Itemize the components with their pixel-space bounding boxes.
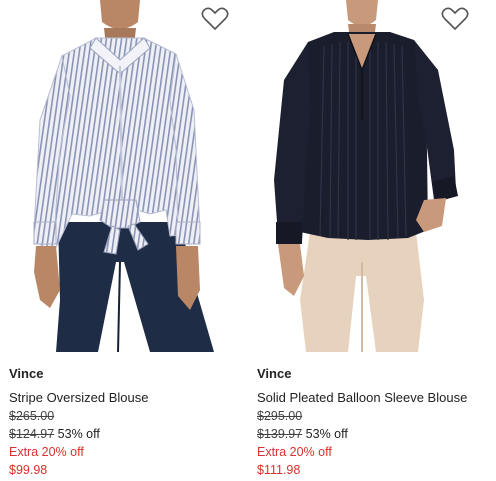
product-name[interactable]: Solid Pleated Balloon Sleeve Blouse xyxy=(257,389,487,407)
sale-price: $139.97 xyxy=(257,427,303,441)
extra-offer: Extra 20% off xyxy=(9,445,84,459)
product-image[interactable] xyxy=(248,0,488,354)
sale-price: $124.97 xyxy=(9,427,55,441)
original-price-row: $295.00 xyxy=(257,407,487,425)
product-card[interactable]: Vince Stripe Oversized Blouse $265.00 $1… xyxy=(0,0,240,481)
original-price-row: $265.00 xyxy=(9,407,239,425)
original-price: $295.00 xyxy=(257,409,303,423)
product-info: Vince Solid Pleated Balloon Sleeve Blous… xyxy=(257,365,487,479)
striped-blouse-model-photo xyxy=(33,0,214,353)
discount-percent: 53% off xyxy=(305,427,348,441)
brand-name[interactable]: Vince xyxy=(9,365,239,382)
original-price: $265.00 xyxy=(9,409,55,423)
pleated-blouse-model-photo xyxy=(274,0,458,352)
sale-price-row: $139.97 53% off xyxy=(257,425,487,443)
product-name[interactable]: Stripe Oversized Blouse xyxy=(9,389,239,407)
favorite-heart-icon[interactable] xyxy=(441,7,469,31)
product-image[interactable] xyxy=(0,0,240,354)
product-card[interactable]: Vince Solid Pleated Balloon Sleeve Blous… xyxy=(248,0,488,481)
sale-price-row: $124.97 53% off xyxy=(9,425,239,443)
product-info: Vince Stripe Oversized Blouse $265.00 $1… xyxy=(9,365,239,479)
discount-percent: 53% off xyxy=(57,427,100,441)
final-price: $111.98 xyxy=(257,463,301,477)
brand-name[interactable]: Vince xyxy=(257,365,487,382)
favorite-heart-icon[interactable] xyxy=(201,7,229,31)
final-price: $99.98 xyxy=(9,463,48,477)
extra-offer: Extra 20% off xyxy=(257,445,332,459)
